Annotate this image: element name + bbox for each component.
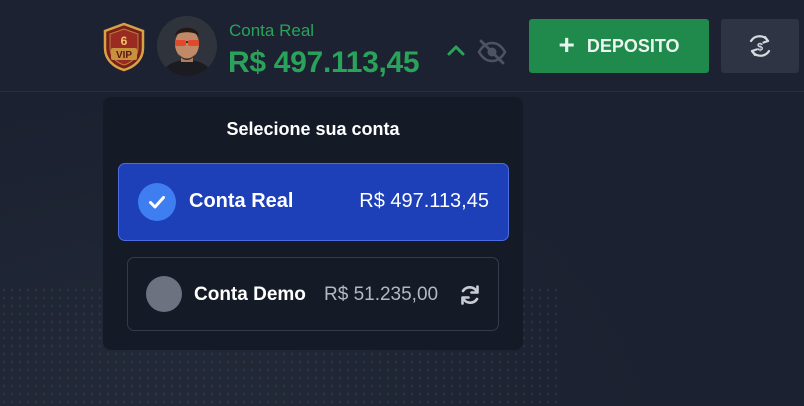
account-option-real[interactable]: Conta Real R$ 497.113,45 [118, 163, 509, 241]
page: 6 VIP Conta Real R$ 497.113,45 + DEPOSIT… [0, 0, 804, 406]
refresh-icon[interactable] [458, 283, 482, 307]
vip-label: VIP [116, 50, 132, 61]
exchange-button[interactable]: $ [721, 19, 799, 73]
user-avatar-image [157, 16, 217, 76]
top-header: 6 VIP Conta Real R$ 497.113,45 + DEPOSIT… [0, 0, 804, 92]
account-balance[interactable]: R$ 497.113,45 [228, 46, 420, 80]
svg-text:$: $ [757, 42, 763, 54]
account-selector-title: Selecione sua conta [226, 119, 400, 139]
deposit-button[interactable]: + DEPOSITO [529, 19, 709, 73]
vip-level: 6 [121, 34, 128, 48]
chevron-up-icon[interactable] [444, 40, 468, 60]
account-option-name: Conta Real [189, 190, 294, 212]
plus-icon: + [558, 28, 575, 60]
deposit-label: DEPOSITO [586, 35, 680, 56]
currency-exchange-icon: $ [749, 35, 771, 57]
avatar[interactable] [157, 16, 217, 76]
vip-badge[interactable]: 6 VIP [101, 22, 147, 72]
eye-slash-icon[interactable] [476, 38, 508, 66]
account-selector-panel: Selecione sua conta Conta Real R$ 497.11… [103, 97, 523, 350]
account-option-balance: R$ 51.235,00 [324, 284, 439, 305]
account-type-label[interactable]: Conta Real [229, 21, 314, 41]
vip-shield-icon: 6 VIP [103, 22, 145, 72]
check-circle-icon [138, 183, 176, 221]
radio-unselected-icon [146, 276, 182, 312]
account-option-balance: R$ 497.113,45 [359, 190, 489, 212]
account-option-name: Conta Demo [194, 284, 306, 305]
account-option-demo[interactable]: Conta Demo R$ 51.235,00 [127, 257, 499, 331]
